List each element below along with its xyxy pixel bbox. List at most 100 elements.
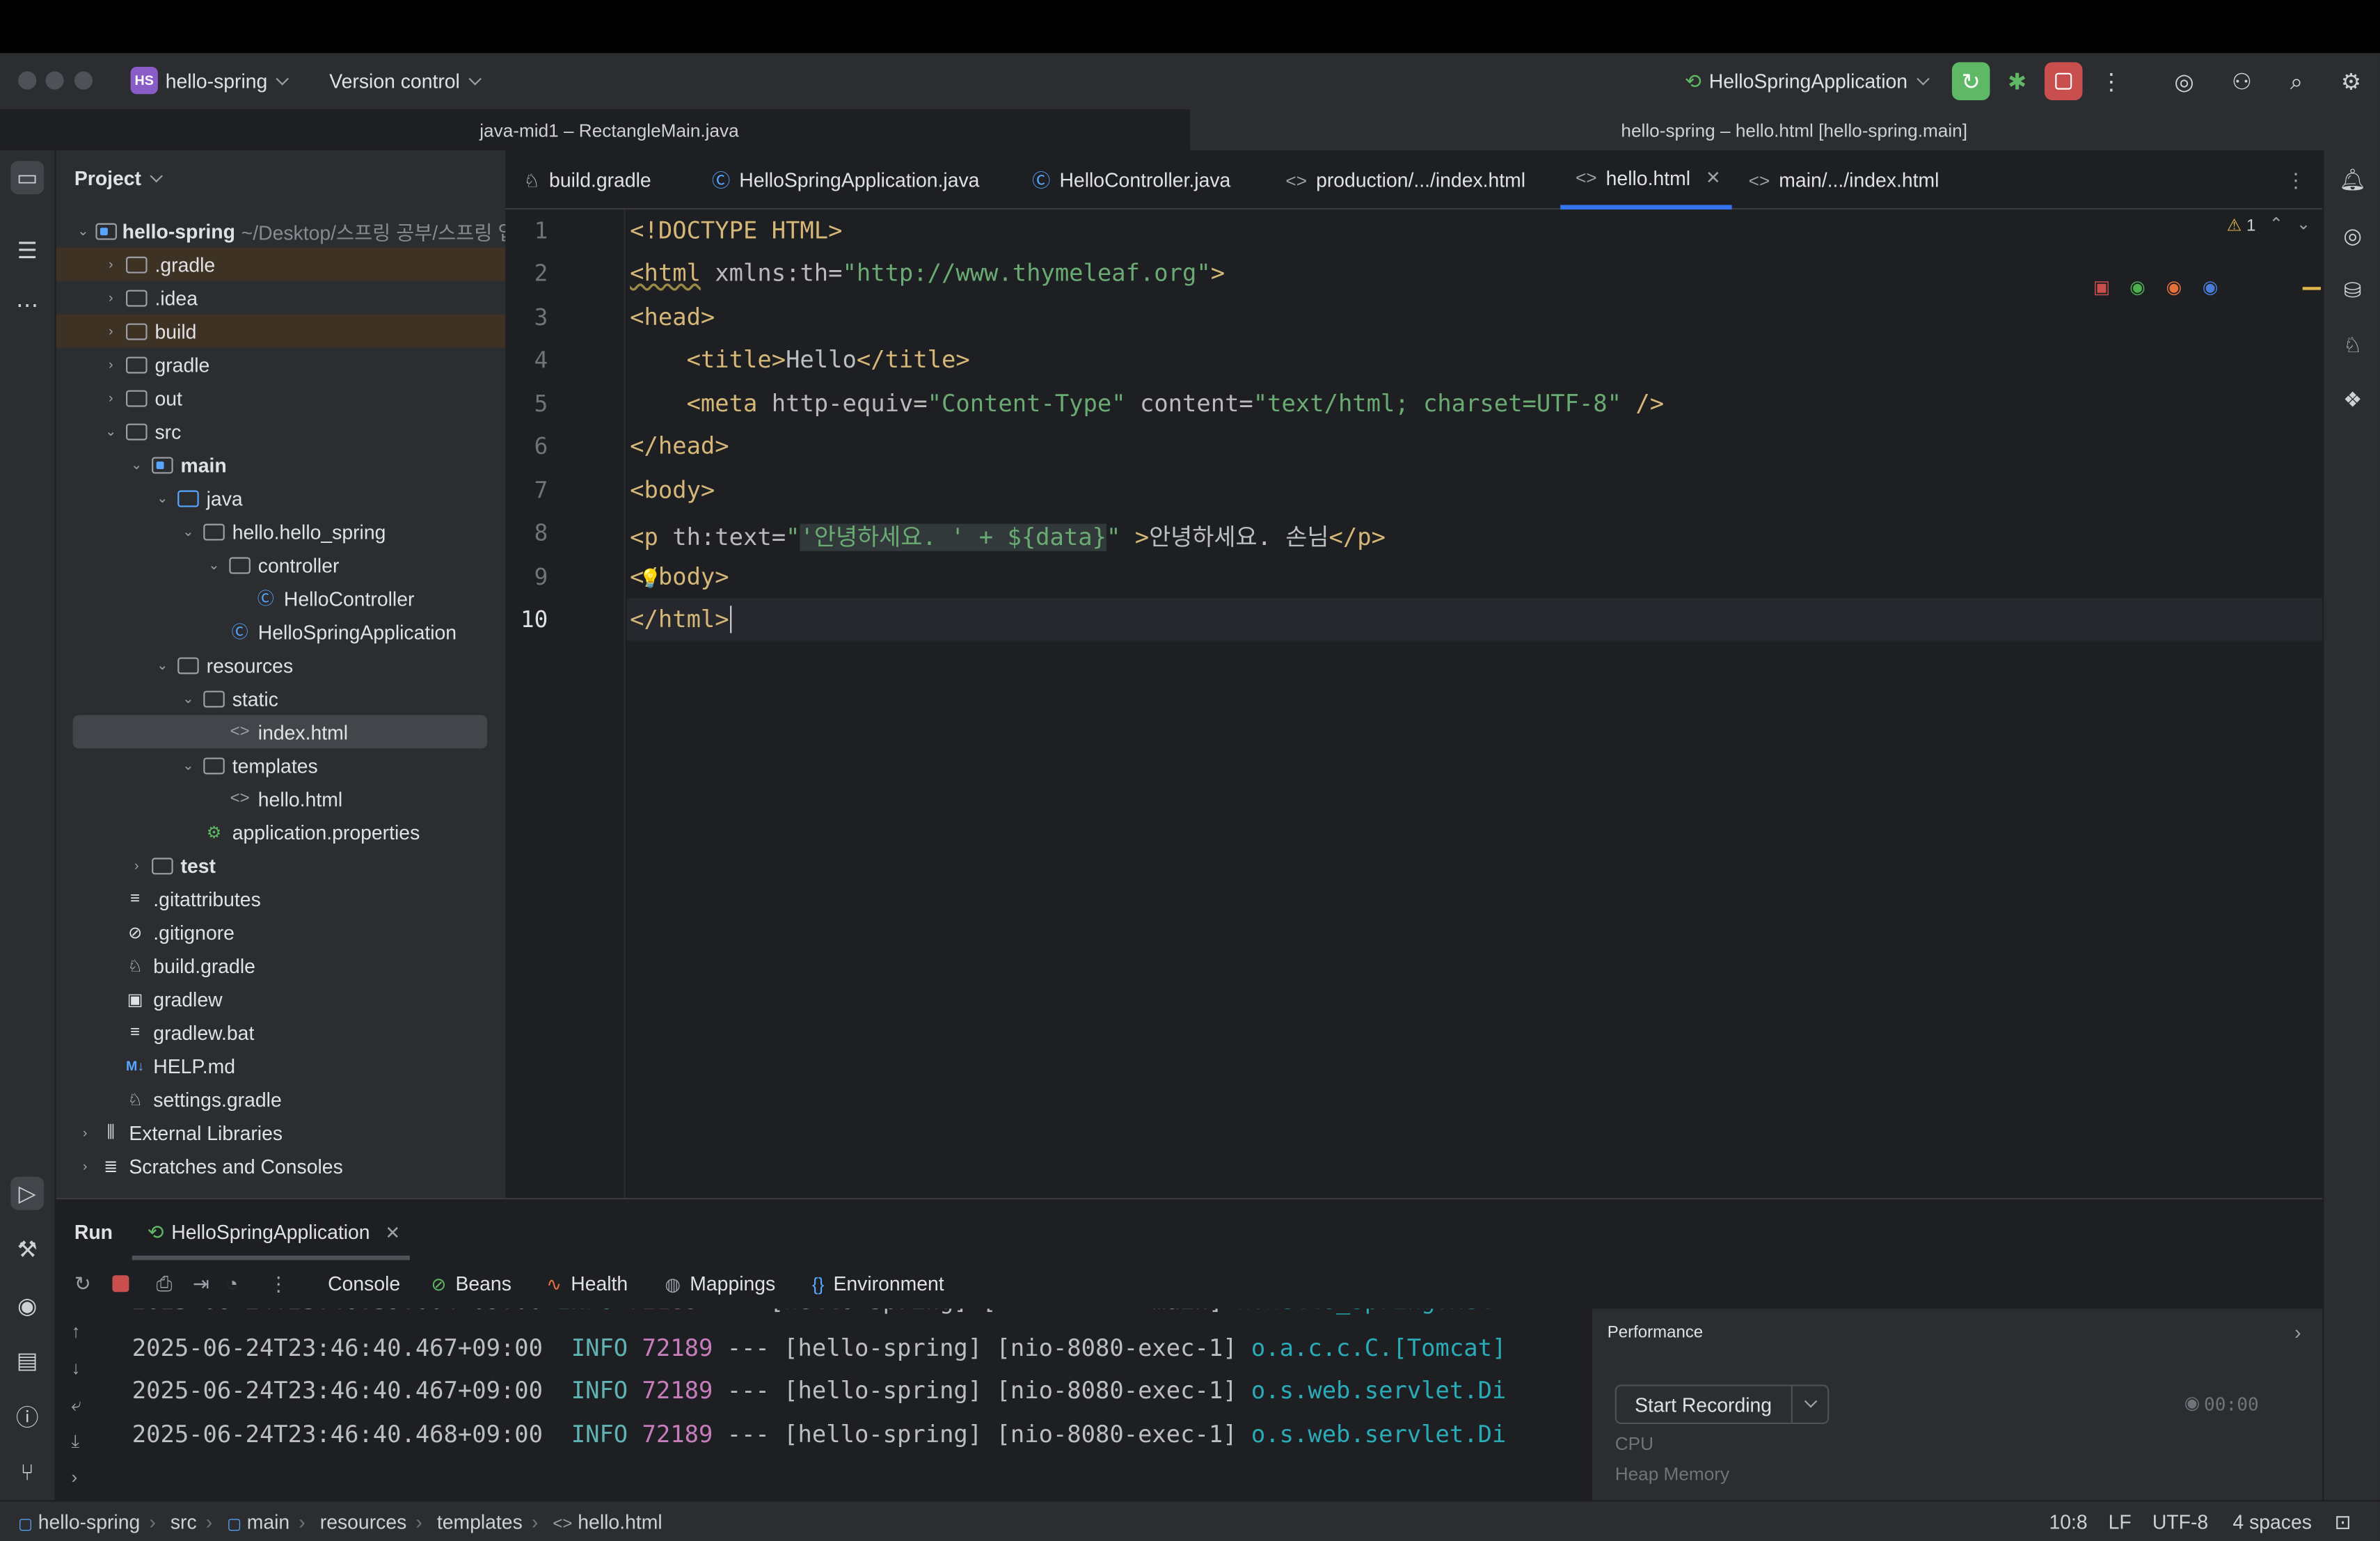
previous-highlight-icon[interactable]: ⌃ — [2269, 214, 2283, 234]
caret-position[interactable]: 10:8 — [2049, 1510, 2088, 1533]
debug-icon[interactable]: ✱ — [2001, 65, 2034, 99]
run-tool-icon[interactable]: ▷ — [10, 1176, 45, 1210]
tab-options-icon[interactable]: ⋮ — [2286, 150, 2306, 210]
tree-item-build[interactable]: › build — [56, 314, 506, 348]
camera-icon[interactable]: ⎙ — [157, 1272, 173, 1297]
expand-icon[interactable]: › — [72, 1467, 78, 1488]
ai-assistant-icon[interactable]: ◎ — [2168, 65, 2201, 99]
file-encoding[interactable]: UTF-8 — [2152, 1510, 2208, 1533]
tab-main-index[interactable]: <> main/.../index.html — [1749, 150, 1939, 210]
breadcrumb-item[interactable]: main — [247, 1510, 289, 1533]
tree-item-scratches[interactable]: › ≣ Scratches and Consoles — [56, 1149, 506, 1183]
tree-item-out[interactable]: › out — [56, 381, 506, 415]
scroll-up-icon[interactable]: ↑ — [72, 1321, 81, 1343]
breadcrumb-item[interactable]: resources — [320, 1510, 406, 1533]
tree-item-hellocontroller[interactable]: Ⓒ HelloController — [56, 581, 506, 615]
stop-icon[interactable] — [112, 1275, 129, 1293]
scroll-down-icon[interactable]: ↓ — [72, 1357, 81, 1379]
run-config-selector[interactable]: ⟲ HelloSpringApplication — [1685, 70, 1930, 94]
breadcrumb-item[interactable]: templates — [437, 1510, 523, 1533]
rerun-icon[interactable]: ↻ — [74, 1272, 91, 1297]
tree-item-test[interactable]: › test — [56, 848, 506, 882]
tree-item-hello-spring[interactable]: ⌄ hello-spring ~/Desktop/스프링 공부/스프링 입문 — [56, 214, 534, 248]
problems-icon[interactable]: ⓘ — [10, 1400, 44, 1433]
tree-item-gitignore[interactable]: ⊘ .gitignore — [56, 915, 506, 949]
version-control-menu[interactable]: Version control — [329, 70, 482, 93]
tree-item-gradle-dir[interactable]: › .gradle — [56, 247, 506, 281]
rerun-icon[interactable]: ↻ — [1951, 62, 1990, 100]
stop-icon[interactable] — [2044, 62, 2083, 100]
window-tab-java-mid1[interactable]: java-mid1 – RectangleMain.java — [479, 120, 738, 141]
database-icon[interactable]: ⛁ — [2336, 274, 2370, 307]
more-vertical-icon[interactable]: ⋮ — [2095, 65, 2128, 99]
profiler-icon[interactable]: ◔ — [226, 1272, 238, 1295]
tree-item-help-md[interactable]: M↓ HELP.md — [56, 1049, 506, 1082]
tree-item-build-gradle[interactable]: ♘ build.gradle — [56, 949, 506, 982]
tab-hellospringapplication[interactable]: Ⓒ HelloSpringApplication.java — [712, 150, 979, 210]
tab-production-index[interactable]: <> production/.../index.html — [1285, 150, 1525, 210]
chrome-icon[interactable]: ◉ — [2129, 276, 2145, 298]
gradle-tool-icon[interactable]: ♘ — [2336, 328, 2370, 361]
tree-item-application-properties[interactable]: ⚙ application.properties — [56, 815, 506, 848]
structure-icon[interactable]: ☰ — [10, 234, 44, 267]
lightbulb-icon[interactable]: 💡 — [639, 568, 662, 590]
tab-hellocontroller[interactable]: Ⓒ HelloController.java — [1032, 150, 1230, 210]
services-icon[interactable]: ◉ — [10, 1289, 44, 1322]
tab-environment[interactable]: {} Environment — [812, 1272, 944, 1295]
tree-item-gradle[interactable]: › gradle — [56, 348, 506, 381]
tree-item-hellospringapplication[interactable]: Ⓒ HelloSpringApplication — [56, 615, 506, 648]
tree-item-index-html[interactable]: <> index.html — [72, 715, 488, 749]
tab-beans[interactable]: ⊘ Beans — [431, 1272, 511, 1295]
chevron-right-icon[interactable]: › — [2294, 1321, 2301, 1344]
breadcrumb-item[interactable]: hello-spring — [38, 1510, 141, 1533]
tree-item-templates[interactable]: ⌄ templates — [56, 748, 506, 782]
close-window-button[interactable] — [18, 71, 37, 90]
tree-item-package[interactable]: ⌄ hello.hello_spring — [56, 514, 506, 548]
tab-build-gradle[interactable]: ♘ build.gradle — [523, 150, 651, 210]
project-folder-icon[interactable]: ▭ — [10, 161, 45, 195]
console-output[interactable]: 2025-06-24T23:46:39.004+09:00 INFO 72189… — [111, 1309, 1592, 1501]
chevron-down-icon[interactable] — [1791, 1386, 1827, 1423]
close-tab-icon[interactable]: ✕ — [1706, 167, 1721, 189]
code-editor[interactable]: <!DOCTYPE HTML> <html xmlns:th="http://w… — [626, 210, 2323, 1199]
minimize-window-button[interactable] — [45, 71, 64, 90]
tree-item-java[interactable]: ⌄ java — [56, 481, 506, 514]
warning-stripe-marker[interactable] — [2302, 287, 2321, 290]
project-view-selector[interactable]: Project — [74, 167, 164, 190]
tree-item-resources[interactable]: ⌄ resources — [56, 648, 506, 681]
tab-hello-html[interactable]: <> hello.html ✕ — [1560, 150, 1732, 210]
line-separator[interactable]: LF — [2109, 1510, 2132, 1533]
safari-icon[interactable]: ◉ — [2203, 276, 2219, 298]
warning-icon[interactable]: ⚠ — [2227, 216, 2242, 235]
tree-item-hello-html[interactable]: <> hello.html — [56, 782, 506, 815]
tree-item-src[interactable]: ⌄ src — [56, 414, 506, 448]
tree-item-idea[interactable]: › .idea — [56, 281, 506, 315]
tree-item-gitattributes[interactable]: ≡ .gitattributes — [56, 882, 506, 915]
breadcrumb-item[interactable]: src — [170, 1510, 197, 1533]
tree-item-static[interactable]: ⌄ static — [56, 681, 506, 715]
firefox-icon[interactable]: ◉ — [2166, 276, 2182, 298]
search-icon[interactable]: ⌕ — [2280, 65, 2313, 99]
lock-icon[interactable]: ⊡ — [2335, 1510, 2351, 1535]
tree-item-gradlew[interactable]: ▣ gradlew — [56, 982, 506, 1016]
build-hammer-icon[interactable]: ⚒ — [10, 1233, 44, 1266]
zoom-window-button[interactable] — [74, 71, 93, 90]
add-user-icon[interactable]: ⚇ — [2226, 65, 2259, 99]
soft-wrap-icon[interactable]: ⤶ — [72, 1393, 82, 1416]
run-tab-hellospringapplication[interactable]: ⟲ HelloSpringApplication ✕ — [148, 1221, 401, 1245]
close-tab-icon[interactable]: ✕ — [385, 1222, 400, 1244]
tab-health[interactable]: ∿ Health — [546, 1272, 628, 1295]
notifications-bell-icon[interactable]: 🔔︎ — [2336, 162, 2370, 196]
tree-item-main[interactable]: ⌄ main — [56, 448, 506, 481]
ai-chat-icon[interactable]: ◎ — [2336, 219, 2370, 252]
tab-console[interactable]: Console — [328, 1272, 400, 1295]
intellij-browser-icon[interactable]: ▣ — [2093, 276, 2111, 298]
project-switcher[interactable]: hello-spring — [166, 70, 289, 93]
window-tab-hello-spring[interactable]: hello-spring – hello.html [hello-spring.… — [1189, 109, 2380, 150]
more-horizontal-icon[interactable]: ⋯ — [10, 288, 44, 322]
start-recording-button[interactable]: Start Recording — [1615, 1384, 1830, 1425]
breadcrumb-item[interactable]: hello.html — [578, 1510, 662, 1533]
tab-mappings[interactable]: ◍ Mappings — [665, 1272, 775, 1295]
exit-icon[interactable]: ⇥ — [193, 1272, 209, 1297]
tree-item-controller[interactable]: ⌄ controller — [56, 548, 506, 581]
